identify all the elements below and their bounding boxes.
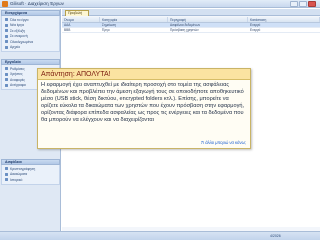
tool-icon <box>5 67 8 71</box>
callout-body: Η εφαρμογή έχει αναπτυχθεί με ιδιαίτερη … <box>41 82 245 123</box>
lock-icon <box>5 167 8 171</box>
sidebar-item[interactable]: Ιστορικό <box>2 177 59 183</box>
app-logo-icon <box>2 1 8 7</box>
column-header[interactable]: Περιγραφή <box>168 17 248 22</box>
status-text: 4/2026 <box>270 234 281 238</box>
folder-icon <box>5 45 8 49</box>
lock-icon <box>5 172 8 176</box>
table-cell: Ενεργό <box>250 23 261 27</box>
close-button[interactable] <box>308 1 316 7</box>
minimize-button[interactable] <box>290 1 298 7</box>
folder-icon <box>5 29 8 33</box>
table-cell: Ενεργό <box>250 28 261 32</box>
table-cell: Σημείωση <box>102 23 116 27</box>
title-bar: Gilisoft · Διαχείριση Έργων <box>0 0 320 8</box>
table-cell: Έργο <box>102 28 110 32</box>
folder-icon <box>5 23 8 27</box>
tab-view[interactable]: Προβολή <box>65 10 89 16</box>
tab-bar: Προβολή <box>62 9 320 16</box>
column-header[interactable]: Κατηγορία <box>100 17 168 22</box>
folder-icon <box>5 40 8 44</box>
window-title: Gilisoft · Διαχείριση Έργων <box>10 1 64 6</box>
column-header[interactable]: Κατάσταση <box>248 17 320 22</box>
tool-icon <box>5 78 8 82</box>
sidebar-item[interactable]: Αρχείο <box>2 45 59 51</box>
callout-heading: Απάντηση: ΑΠΟΛΥΤΑ! <box>38 69 250 80</box>
status-bar: 4/2026 <box>0 231 320 240</box>
table-cell: Πρόσβαση χρηστών <box>170 28 199 32</box>
tool-icon <box>5 72 8 76</box>
maximize-button[interactable] <box>299 1 307 7</box>
table-cell: Ασφάλεια δεδομένων <box>170 23 201 27</box>
info-callout: Απάντηση: ΑΠΟΛΥΤΑ! Η εφαρμογή έχει αναπτ… <box>37 68 251 149</box>
sidebar-section-inbox: Εισερχόμενα Όλα τα έργα Νέα έργα Σε εξέλ… <box>1 10 60 52</box>
table-cell: ΒΒΒ <box>64 28 71 32</box>
folder-icon <box>5 34 8 38</box>
sidebar-section-security: Ασφάλεια Κρυπτογράφηση Δικαιώματα Ιστορι… <box>1 159 60 185</box>
lock-icon <box>5 178 8 182</box>
table-row[interactable]: ΒΒΒ Έργο Πρόσβαση χρηστών Ενεργό <box>62 28 320 33</box>
folder-icon <box>5 18 8 22</box>
table-cell: ΑΑΑ <box>64 23 71 27</box>
column-header[interactable]: Όνομα <box>62 17 100 22</box>
more-link[interactable]: Τι άλλο μπορώ να κάνω; <box>201 140 246 145</box>
tool-icon <box>5 83 8 87</box>
